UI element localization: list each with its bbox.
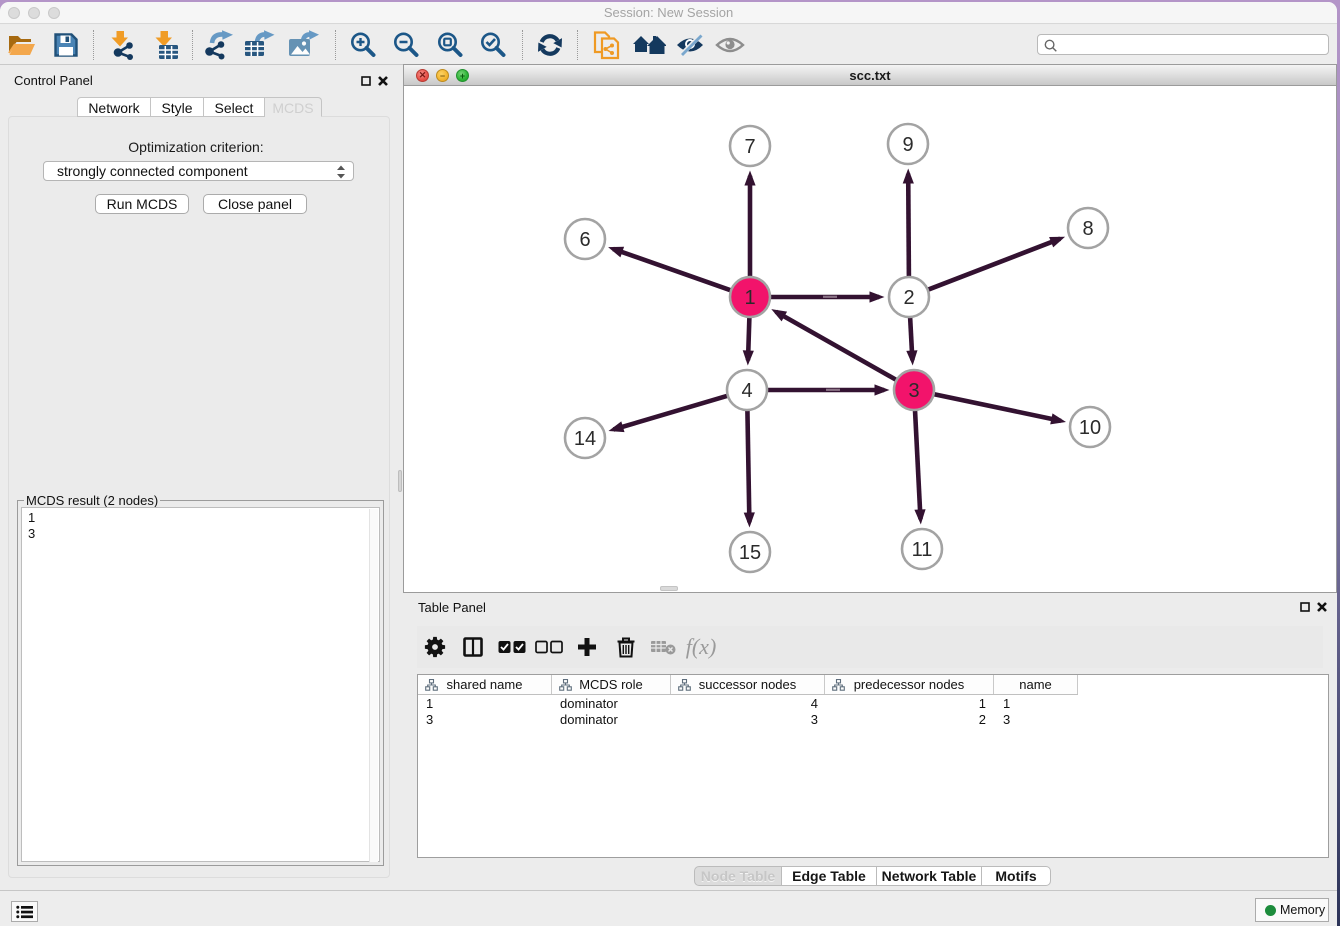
svg-text:3: 3	[908, 380, 919, 402]
svg-text:4: 4	[741, 380, 752, 402]
svg-text:8: 8	[1082, 218, 1093, 240]
svg-text:7: 7	[744, 136, 755, 158]
svg-text:9: 9	[902, 134, 913, 156]
svg-text:2: 2	[903, 287, 914, 309]
svg-text:10: 10	[1079, 417, 1101, 439]
svg-text:6: 6	[579, 229, 590, 251]
svg-text:1: 1	[744, 287, 755, 309]
svg-text:14: 14	[574, 428, 596, 450]
svg-text:15: 15	[739, 542, 761, 564]
svg-text:11: 11	[912, 539, 933, 561]
